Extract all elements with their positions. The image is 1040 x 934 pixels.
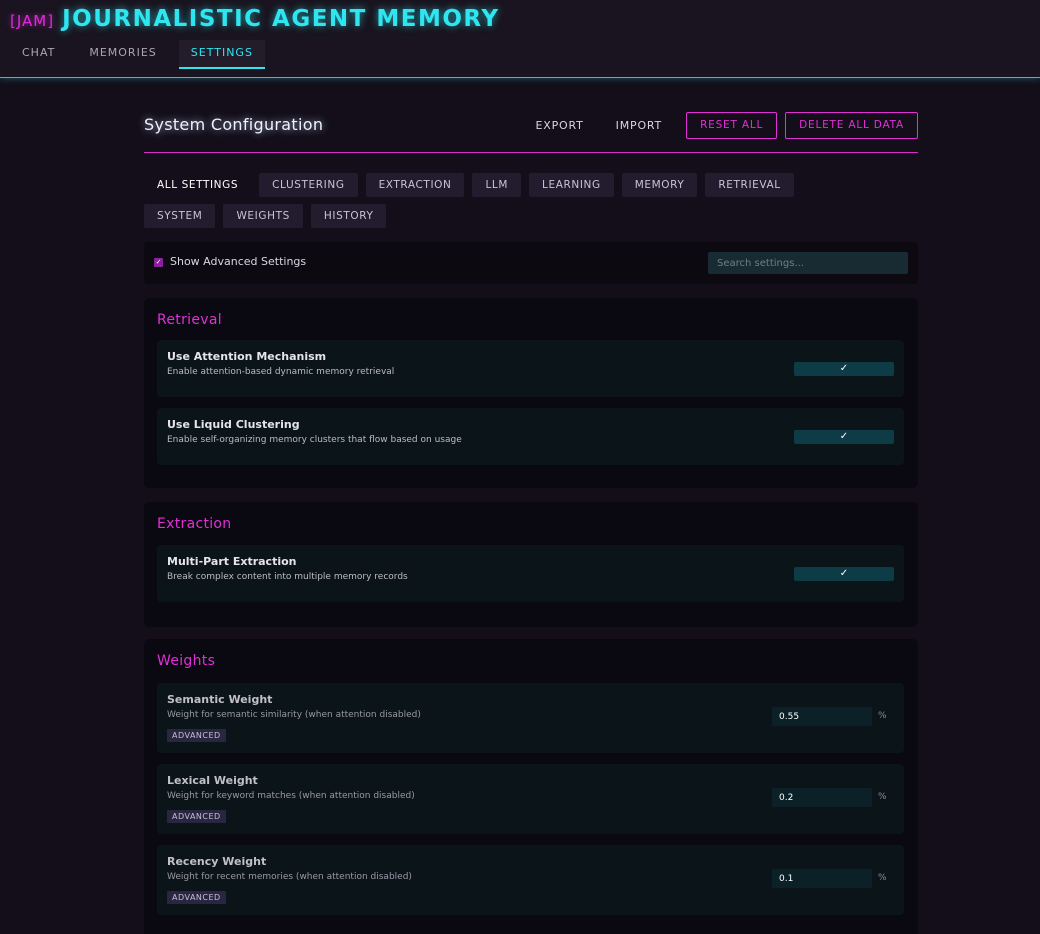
brand-tag: [JAM] — [10, 12, 55, 30]
filter-row: ALL SETTINGS CLUSTERING EXTRACTION LLM L… — [144, 173, 918, 197]
filter-system[interactable]: SYSTEM — [144, 204, 216, 228]
filter-clustering[interactable]: CLUSTERING — [259, 173, 358, 197]
unit-label: % — [878, 792, 887, 802]
config-actions: EXPORT IMPORT RESET ALL DELETE ALL DATA — [520, 112, 918, 139]
section-weights: Weights Semantic Weight Weight for seman… — [144, 639, 918, 934]
filter-all-settings[interactable]: ALL SETTINGS — [144, 173, 251, 197]
brand: [JAM] JOURNALISTIC AGENT MEMORY — [10, 6, 500, 32]
setting-name: Semantic Weight — [167, 693, 273, 706]
recency-weight-input[interactable] — [772, 869, 872, 888]
section-retrieval: Retrieval Use Attention Mechanism Enable… — [144, 298, 918, 488]
setting-description: Weight for keyword matches (when attenti… — [167, 791, 415, 801]
setting-name: Lexical Weight — [167, 774, 258, 787]
show-advanced-checkbox[interactable]: ✓ — [154, 258, 163, 267]
setting-use-liquid-clustering: Use Liquid Clustering Enable self-organi… — [157, 408, 904, 465]
app-header: [JAM] JOURNALISTIC AGENT MEMORY CHAT MEM… — [0, 0, 1040, 78]
setting-description: Weight for recent memories (when attenti… — [167, 872, 412, 882]
show-advanced-label[interactable]: Show Advanced Settings — [170, 255, 306, 268]
page-title: System Configuration — [144, 115, 324, 134]
setting-description: Weight for semantic similarity (when att… — [167, 710, 421, 720]
advanced-badge: ADVANCED — [167, 810, 226, 823]
config-header: System Configuration EXPORT IMPORT RESET… — [144, 110, 918, 153]
filter-extraction[interactable]: EXTRACTION — [365, 173, 465, 197]
tab-settings[interactable]: SETTINGS — [178, 40, 265, 69]
app-title: JOURNALISTIC AGENT MEMORY — [62, 6, 500, 32]
setting-name: Recency Weight — [167, 855, 267, 868]
setting-multi-part-extraction: Multi-Part Extraction Break complex cont… — [157, 545, 904, 602]
setting-name: Use Liquid Clustering — [167, 418, 300, 431]
lexical-weight-input[interactable] — [772, 788, 872, 807]
setting-name: Multi-Part Extraction — [167, 555, 297, 568]
filter-history[interactable]: HISTORY — [310, 204, 387, 228]
unit-label: % — [878, 873, 887, 883]
setting-use-attention-mechanism: Use Attention Mechanism Enable attention… — [157, 340, 904, 397]
tab-chat[interactable]: CHAT — [10, 40, 67, 69]
advanced-badge: ADVANCED — [167, 729, 226, 742]
section-extraction: Extraction Multi-Part Extraction Break c… — [144, 502, 918, 627]
filter-weights[interactable]: WEIGHTS — [223, 204, 303, 228]
delete-all-data-button[interactable]: DELETE ALL DATA — [785, 112, 918, 139]
attention-toggle[interactable]: ✓ — [794, 362, 894, 376]
filter-learning[interactable]: LEARNING — [529, 173, 614, 197]
section-title: Retrieval — [157, 312, 222, 328]
liquid-clustering-toggle[interactable]: ✓ — [794, 430, 894, 444]
import-button[interactable]: IMPORT — [600, 112, 678, 139]
section-title: Weights — [157, 653, 216, 669]
setting-description: Enable attention-based dynamic memory re… — [167, 367, 395, 377]
filter-row: SYSTEM WEIGHTS HISTORY — [144, 204, 918, 228]
advanced-badge: ADVANCED — [167, 891, 226, 904]
search-input[interactable] — [708, 252, 908, 274]
setting-recency-weight: Recency Weight Weight for recent memorie… — [157, 845, 904, 915]
filter-llm[interactable]: LLM — [472, 173, 522, 197]
section-title: Extraction — [157, 516, 232, 532]
unit-label: % — [878, 711, 887, 721]
reset-all-button[interactable]: RESET ALL — [686, 112, 778, 139]
setting-semantic-weight: Semantic Weight Weight for semantic simi… — [157, 683, 904, 753]
setting-lexical-weight: Lexical Weight Weight for keyword matche… — [157, 764, 904, 834]
settings-toolbar: ✓ Show Advanced Settings — [144, 242, 918, 284]
multi-part-extraction-toggle[interactable]: ✓ — [794, 567, 894, 581]
filter-retrieval[interactable]: RETRIEVAL — [705, 173, 794, 197]
setting-name: Use Attention Mechanism — [167, 350, 327, 363]
semantic-weight-input[interactable] — [772, 707, 872, 726]
export-button[interactable]: EXPORT — [520, 112, 600, 139]
main-nav: CHAT MEMORIES SETTINGS — [10, 40, 275, 69]
setting-description: Enable self-organizing memory clusters t… — [167, 435, 462, 445]
filter-memory[interactable]: MEMORY — [621, 173, 698, 197]
tab-memories[interactable]: MEMORIES — [77, 40, 168, 69]
setting-description: Break complex content into multiple memo… — [167, 572, 408, 582]
category-filters: ALL SETTINGS CLUSTERING EXTRACTION LLM L… — [144, 173, 918, 235]
